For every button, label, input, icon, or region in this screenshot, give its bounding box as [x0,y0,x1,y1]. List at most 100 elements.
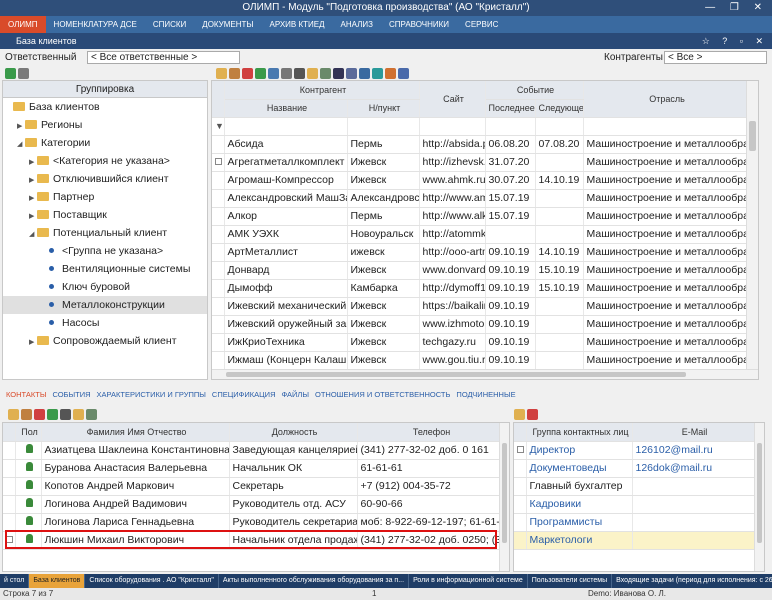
email[interactable] [632,477,755,496]
table-cell[interactable]: 09.10.19 [485,333,536,352]
table-cell[interactable] [535,153,584,172]
header-contact-group[interactable]: Группа контактных лиц [526,423,633,442]
checkbox-icon[interactable] [517,446,524,453]
table-cell[interactable]: 07.08.20 [535,135,584,154]
tree-item[interactable]: <Группа не указана> [3,242,207,260]
table-cell[interactable]: (341) 277-32-02 доб. 0250; (341 [357,531,504,550]
filter-cell[interactable] [535,117,584,136]
table-cell[interactable]: Копотов Андрей Маркович [41,477,230,496]
table-row[interactable]: Ижевский оружейный заво Ижевск www.izhmoto… [212,315,749,334]
filter-cell[interactable] [485,117,536,136]
row-selector[interactable] [212,135,225,154]
table-cell[interactable]: www.donvard.r [419,261,486,280]
refresh-icon[interactable] [255,67,266,79]
table-cell[interactable]: Ижевский оружейный заво [224,315,348,334]
tree-item[interactable]: Металлоконструкции [3,296,207,314]
tree-item[interactable]: ◢ Потенциальный клиент [3,224,207,242]
table-row[interactable]: Кадровики [514,495,755,514]
table-cell[interactable]: 09.10.19 [485,243,536,262]
table-cell[interactable]: Агрегатметаллкомплект [224,153,348,172]
tools-icon[interactable] [346,67,357,79]
tree-item[interactable]: ◢ Категории [3,134,207,152]
expand-arrow-icon[interactable]: ▶ [29,334,37,352]
row-selector[interactable] [212,171,225,190]
filter-cell[interactable] [224,117,348,136]
folder-icon[interactable] [73,408,84,420]
row-selector[interactable] [3,477,16,496]
table-cell[interactable]: Ижевск [347,315,420,334]
filter-cell[interactable] [583,117,749,136]
menu-item[interactable]: СПРАВОЧНИКИ [381,16,457,33]
row-selector[interactable] [212,225,225,244]
table-cell[interactable]: 06.08.20 [485,135,536,154]
table-cell[interactable]: Логинова Лариса Геннадьевна [41,513,230,532]
row-selector[interactable] [3,513,16,532]
filter-cell[interactable] [419,117,486,136]
scroll-thumb[interactable] [757,443,762,543]
row-selector[interactable] [514,477,527,496]
table-row[interactable]: Логинова Лариса Геннадьевна Руководитель … [3,513,504,532]
new-icon[interactable] [8,408,19,420]
table-cell[interactable]: 09.10.19 [485,279,536,298]
table-cell[interactable]: Начальник отдела продаж [229,531,358,550]
columns-icon[interactable] [86,408,97,420]
taskbar-item[interactable]: Пользователи системы [528,574,613,588]
group-name[interactable]: Кадровики [526,495,633,514]
table-cell[interactable]: Начальник ОК [229,459,358,478]
table-row[interactable]: Ижмаш (Концерн КалашникИжевскwww.gou.tiu… [212,351,749,370]
table-row[interactable]: ДонвардИжевскwww.donvard.r09.10.1915.10.… [212,261,749,280]
table-cell[interactable]: Ижевск [347,261,420,280]
group-name[interactable]: Маркетологи [526,531,633,550]
table-cell[interactable]: 15.10.19 [535,261,584,280]
table-cell[interactable]: www.ahmk.ru [419,171,486,190]
tree-item[interactable]: ▶ Регионы [3,116,207,134]
row-selector[interactable] [212,333,225,352]
table-row[interactable]: АМК УЭХКНовоуральскhttp://atommk.r Машино… [212,225,749,244]
delete-icon[interactable] [34,408,45,420]
scroll-thumb[interactable] [749,121,756,151]
row-selector[interactable] [514,441,527,460]
table-cell[interactable]: Абсида [224,135,348,154]
table-row[interactable]: Люкшин Михаил Викторович Начальник отдела… [3,531,504,550]
table-cell[interactable]: 09.10.19 [485,315,536,334]
row-selector[interactable] [3,459,16,478]
table-row[interactable]: Программисты [514,513,755,532]
tab-5[interactable]: ОТНОШЕНИЯ И ОТВЕТСТВЕННОСТЬ [315,388,450,402]
refresh-icon[interactable] [47,408,58,420]
table-cell[interactable]: +7 (912) 004-35-72 [357,477,504,496]
scroll-thumb[interactable] [226,372,686,377]
table-cell[interactable]: Машиностроение и металлообработка [583,333,749,352]
row-selector[interactable] [514,459,527,478]
edit-icon[interactable] [229,67,240,79]
table-row[interactable]: Логинова Андрей Вадимович Руководитель от… [3,495,504,514]
tree-item[interactable]: ▶ Сопровождаемый клиент [3,332,207,350]
header-last-event[interactable]: Последнее [485,99,536,118]
table-row[interactable]: Ижевский механический за Ижевск https://ba… [212,297,749,316]
row-selector[interactable] [514,531,527,550]
grid-vertical-scrollbar[interactable] [746,81,758,379]
table-cell[interactable]: Машиностроение и металлообработка [583,279,749,298]
table-row[interactable]: АртМеталлист ижевск http://ooo-artm 09.10.1… [212,243,749,262]
table-cell[interactable]: 14.10.19 [535,171,584,190]
table-cell[interactable]: www.izhmoto.r [419,315,486,334]
wrench-icon[interactable] [18,67,29,79]
new-icon[interactable] [514,408,525,420]
header-position[interactable]: Должность [229,423,358,442]
table-row[interactable]: Главный бухгалтер [514,477,755,496]
delete-icon[interactable] [242,67,253,79]
tab-4[interactable]: ФАЙЛЫ [282,388,310,402]
table-cell[interactable]: https://baikalin [419,297,486,316]
tree-item[interactable]: База клиентов [3,98,207,116]
table-cell[interactable]: Машиностроение и металлообработка [583,207,749,226]
header-next-event[interactable]: Следующее [535,99,584,118]
table-cell[interactable] [535,207,584,226]
table-cell[interactable] [535,297,584,316]
row-selector[interactable] [3,441,16,460]
table-cell[interactable]: Машиностроение и металлообработка [583,297,749,316]
table-cell[interactable]: Руководитель секретариата [229,513,358,532]
table-cell[interactable]: http://www.amz [419,189,486,208]
table-cell[interactable]: Машиностроение и металлообработка [583,315,749,334]
row-selector[interactable] [212,189,225,208]
table-cell[interactable] [535,333,584,352]
table-cell[interactable] [535,225,584,244]
